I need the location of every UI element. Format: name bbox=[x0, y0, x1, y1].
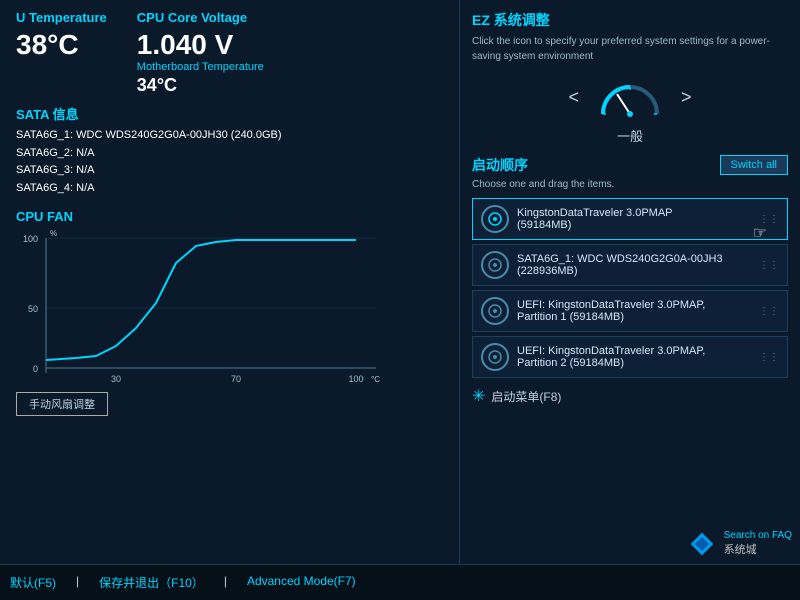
cpu-voltage-value: 1.040 V bbox=[137, 29, 264, 61]
sata-item-2: SATA6G_2: N/A bbox=[16, 145, 443, 163]
ez-prev-button[interactable]: < bbox=[568, 87, 579, 108]
boot-item-text-4: UEFI: KingstonDataTraveler 3.0PMAP,Parti… bbox=[517, 345, 755, 369]
sata-item-4: SATA6G_4: N/A bbox=[16, 180, 443, 198]
boot-item-1[interactable]: KingstonDataTraveler 3.0PMAP(59184MB) ⋮⋮… bbox=[472, 198, 788, 240]
svg-text:30: 30 bbox=[111, 374, 121, 384]
sata-item-1: SATA6G_1: WDC WDS240G2G0A-00JH30 (240.0G… bbox=[16, 127, 443, 145]
sata-label-2: SATA6G_2: bbox=[16, 147, 76, 159]
boot-title: 启动顺序 bbox=[472, 155, 528, 175]
sata-value-3: N/A bbox=[76, 164, 94, 176]
boot-menu-label: 启动菜单(F8) bbox=[491, 388, 561, 405]
boot-drag-handle-2: ⋮⋮ bbox=[759, 260, 779, 271]
separator-1: | bbox=[76, 574, 79, 591]
boot-item-text-3: UEFI: KingstonDataTraveler 3.0PMAP,Parti… bbox=[517, 299, 755, 323]
logo-diamond bbox=[686, 528, 718, 560]
fan-title: CPU FAN bbox=[16, 209, 443, 224]
ez-description: Click the icon to specify your preferred… bbox=[472, 34, 788, 64]
ez-section: EZ 系统调整 Click the icon to specify your p… bbox=[472, 10, 788, 145]
mb-temp-value: 34°C bbox=[137, 75, 264, 96]
switch-all-button[interactable]: Switch all bbox=[720, 155, 788, 175]
boot-disk-icon-1 bbox=[481, 205, 509, 233]
svg-text:50: 50 bbox=[28, 304, 38, 314]
advanced-mode-button[interactable]: Advanced Mode(F7) bbox=[247, 574, 356, 591]
sata-value-4: N/A bbox=[76, 182, 94, 194]
fan-chart: 100 50 0 30 70 100 % °C bbox=[16, 228, 396, 388]
fan-manual-button[interactable]: 手动风扇调整 bbox=[16, 392, 108, 416]
boot-description: Choose one and drag the items. bbox=[472, 179, 788, 190]
mb-temp-label: Motherboard Temperature bbox=[137, 61, 264, 73]
bottom-bar-left: 默认(F5) | 保存并退出（F10） | Advanced Mode(F7) bbox=[10, 574, 356, 591]
svg-text:%: % bbox=[50, 229, 57, 238]
separator-2: | bbox=[224, 574, 227, 591]
svg-text:°C: °C bbox=[371, 375, 380, 384]
boot-item-text-1: KingstonDataTraveler 3.0PMAP(59184MB) bbox=[517, 207, 755, 231]
svg-text:70: 70 bbox=[231, 374, 241, 384]
boot-drag-handle-3: ⋮⋮ bbox=[759, 306, 779, 317]
boot-disk-icon-2 bbox=[481, 251, 509, 279]
cpu-temp-value: 38°C bbox=[16, 29, 107, 61]
sata-label-4: SATA6G_4: bbox=[16, 182, 76, 194]
svg-text:100: 100 bbox=[23, 234, 38, 244]
boot-drag-handle-4: ⋮⋮ bbox=[759, 352, 779, 363]
boot-menu-section: ✳ 启动菜单(F8) bbox=[472, 386, 788, 406]
site-name: 系统城 bbox=[724, 543, 792, 558]
ez-gauge-row: < > bbox=[472, 72, 788, 122]
xitong-text: Search on FAQ 系统城 bbox=[724, 529, 792, 558]
ez-mode-label: 一般 bbox=[472, 126, 788, 145]
boot-menu-icon: ✳ bbox=[472, 386, 485, 406]
default-button[interactable]: 默认(F5) bbox=[10, 574, 56, 591]
left-panel: U Temperature 38°C CPU Core Voltage 1.04… bbox=[0, 0, 460, 600]
default-label: 默认(F5) bbox=[10, 576, 56, 590]
save-exit-label: 保存并退出（F10） bbox=[99, 576, 204, 590]
cursor-icon: ☞ bbox=[753, 223, 767, 243]
main-container: U Temperature 38°C CPU Core Voltage 1.04… bbox=[0, 0, 800, 600]
sata-value-2: N/A bbox=[76, 147, 94, 159]
svg-text:0: 0 bbox=[33, 364, 38, 374]
boot-item-3[interactable]: UEFI: KingstonDataTraveler 3.0PMAP,Parti… bbox=[472, 290, 788, 332]
svg-text:100: 100 bbox=[348, 374, 363, 384]
ez-gauge-icon bbox=[595, 72, 665, 122]
ez-title: EZ 系统调整 bbox=[472, 10, 788, 30]
sata-title: SATA 信息 bbox=[16, 104, 443, 123]
boot-section: 启动顺序 Switch all Choose one and drag the … bbox=[472, 155, 788, 590]
sata-label-3: SATA6G_3: bbox=[16, 164, 76, 176]
watermark-area: Search on FAQ 系统城 bbox=[686, 528, 792, 560]
cpu-temp-section: U Temperature 38°C bbox=[16, 10, 107, 61]
ez-next-button[interactable]: > bbox=[681, 87, 692, 108]
bottom-bar: 默认(F5) | 保存并退出（F10） | Advanced Mode(F7) bbox=[0, 564, 800, 600]
cpu-voltage-section: CPU Core Voltage 1.040 V Motherboard Tem… bbox=[137, 10, 264, 96]
sata-item-3: SATA6G_3: N/A bbox=[16, 162, 443, 180]
advanced-mode-label: Advanced Mode(F7) bbox=[247, 574, 356, 588]
save-exit-button[interactable]: 保存并退出（F10） bbox=[99, 574, 204, 591]
boot-disk-icon-4 bbox=[481, 343, 509, 371]
fan-section: CPU FAN 100 50 0 30 70 bbox=[16, 209, 443, 416]
boot-header: 启动顺序 Switch all bbox=[472, 155, 788, 175]
sata-label-1: SATA6G_1: bbox=[16, 129, 76, 141]
sata-value-1: WDC WDS240G2G0A-00JH30 (240.0GB) bbox=[76, 129, 281, 141]
cpu-voltage-label: CPU Core Voltage bbox=[137, 10, 264, 25]
boot-item-4[interactable]: UEFI: KingstonDataTraveler 3.0PMAP,Parti… bbox=[472, 336, 788, 378]
search-faq-label: Search on FAQ bbox=[724, 529, 792, 543]
temperature-row: U Temperature 38°C CPU Core Voltage 1.04… bbox=[16, 10, 443, 96]
right-panel: EZ 系统调整 Click the icon to specify your p… bbox=[460, 0, 800, 600]
cpu-temp-label: U Temperature bbox=[16, 10, 107, 25]
boot-item-2[interactable]: SATA6G_1: WDC WDS240G2G0A-00JH3(228936MB… bbox=[472, 244, 788, 286]
boot-disk-icon-3 bbox=[481, 297, 509, 325]
boot-item-text-2: SATA6G_1: WDC WDS240G2G0A-00JH3(228936MB… bbox=[517, 253, 755, 277]
sata-section: SATA 信息 SATA6G_1: WDC WDS240G2G0A-00JH30… bbox=[16, 104, 443, 197]
